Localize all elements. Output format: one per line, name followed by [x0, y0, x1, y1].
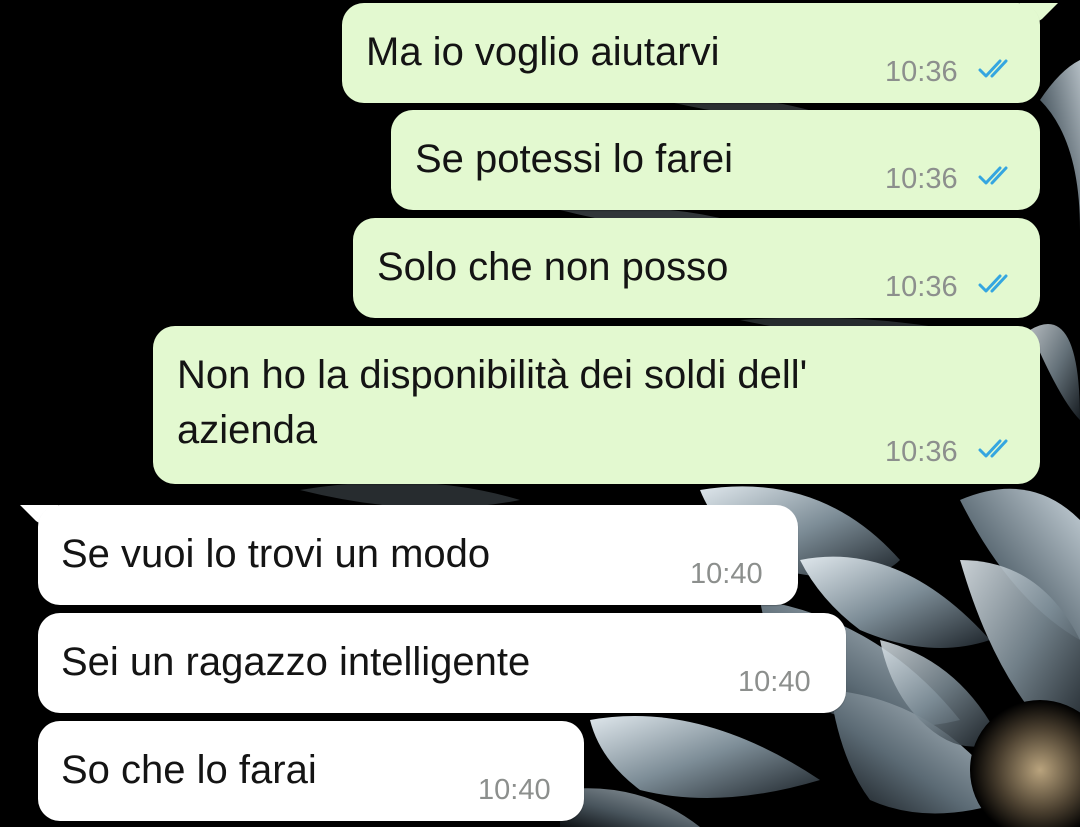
double-check-icon — [978, 59, 1008, 78]
message-text: Sei un ragazzo intelligente — [61, 640, 531, 684]
message-bubble-outgoing[interactable]: Ma io voglio aiutarvi 10:36 — [342, 3, 1040, 103]
message-bubble-incoming[interactable]: Sei un ragazzo intelligente 10:40 — [38, 613, 846, 713]
message-bubble-outgoing[interactable]: Non ho la disponibilità dei soldi dell' … — [153, 326, 1040, 484]
message-timestamp: 10:36 — [885, 163, 958, 195]
message-timestamp: 10:40 — [478, 774, 551, 806]
message-bubble-incoming[interactable]: Se vuoi lo trovi un modo 10:40 — [38, 505, 798, 605]
message-text: Non ho la disponibilità dei soldi dell' … — [177, 353, 808, 452]
message-text: Solo che non posso — [377, 245, 729, 289]
message-bubble-outgoing[interactable]: Solo che non posso 10:36 — [353, 218, 1040, 318]
message-text: Se vuoi lo trovi un modo — [61, 532, 491, 576]
message-timestamp: 10:36 — [885, 56, 958, 88]
message-timestamp: 10:36 — [885, 271, 958, 303]
message-timestamp: 10:40 — [690, 558, 763, 590]
double-check-icon — [978, 166, 1008, 185]
message-timestamp: 10:40 — [738, 666, 811, 698]
message-bubble-outgoing[interactable]: Se potessi lo farei 10:36 — [391, 110, 1040, 210]
double-check-icon — [978, 439, 1008, 458]
message-text: So che lo farai — [61, 748, 317, 792]
message-text: Se potessi lo farei — [415, 137, 733, 181]
message-bubble-incoming[interactable]: So che lo farai 10:40 — [38, 721, 584, 821]
message-text: Ma io voglio aiutarvi — [366, 30, 720, 74]
message-timestamp: 10:36 — [885, 436, 958, 468]
double-check-icon — [978, 274, 1008, 293]
